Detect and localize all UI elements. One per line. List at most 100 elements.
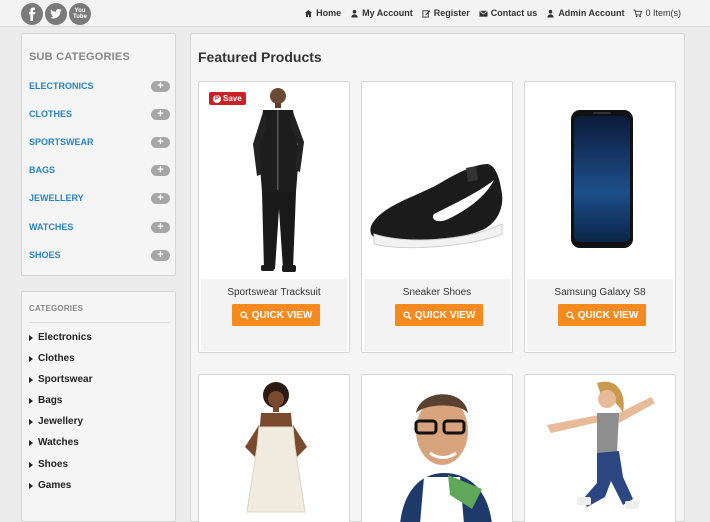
edit-icon (422, 9, 431, 18)
caret-right-icon (29, 418, 33, 425)
expand-plus-icon[interactable]: + (151, 136, 170, 148)
sub-category-label[interactable]: JEWELLERY (29, 193, 84, 203)
expand-plus-icon[interactable]: + (151, 249, 170, 261)
pinterest-save-button[interactable]: P Save (209, 92, 246, 105)
social-links: You Tube (21, 3, 91, 25)
categories-title: CATEGORIES (29, 304, 84, 313)
category-link[interactable]: Jewellery (29, 416, 83, 427)
nav-home-label: Home (316, 8, 342, 18)
facebook-icon[interactable] (21, 3, 43, 25)
caret-right-icon (29, 355, 33, 362)
nav-home[interactable]: Home (304, 8, 341, 18)
category-label[interactable]: Jewellery (38, 416, 83, 427)
caret-right-icon (29, 397, 33, 404)
product-card[interactable]: Sneaker Shoes QUICK VIEW (361, 81, 513, 353)
search-icon (566, 310, 575, 320)
product-image-tracksuit[interactable]: P Save (201, 84, 347, 279)
category-label[interactable]: Games (38, 480, 71, 491)
category-label[interactable]: Watches (38, 437, 79, 448)
expand-plus-icon[interactable]: + (151, 108, 170, 120)
product-image-jumping-woman[interactable] (527, 377, 673, 522)
youtube-icon[interactable]: You Tube (69, 3, 91, 25)
sub-category-row[interactable]: SPORTSWEAR + (29, 135, 170, 149)
nav-cart-label: 0 Item(s) (645, 8, 681, 18)
category-link[interactable]: Electronics (29, 332, 92, 343)
expand-plus-icon[interactable]: + (151, 164, 170, 176)
category-label[interactable]: Bags (38, 395, 62, 406)
sub-category-row[interactable]: SHOES + (29, 248, 170, 262)
nav-contact[interactable]: Contact us (479, 8, 537, 18)
product-card[interactable] (524, 374, 676, 522)
nav-admin[interactable]: Admin Account (546, 8, 624, 18)
product-caption: Samsung Galaxy S8 QUICK VIEW (527, 279, 673, 351)
nav-my-account-label: My Account (362, 8, 413, 18)
sub-category-row[interactable]: JEWELLERY + (29, 191, 170, 205)
save-label: Save (223, 94, 242, 103)
nav-register[interactable]: Register (422, 8, 470, 18)
category-link[interactable]: Bags (29, 395, 62, 406)
home-icon (304, 9, 313, 17)
category-label[interactable]: Clothes (38, 353, 75, 364)
quick-view-label: QUICK VIEW (414, 309, 476, 321)
quick-view-button[interactable]: QUICK VIEW (558, 304, 646, 326)
category-link[interactable]: Watches (29, 437, 79, 448)
sub-category-label[interactable]: SHOES (29, 250, 61, 260)
product-card[interactable] (198, 374, 350, 522)
sub-category-row[interactable]: BAGS + (29, 163, 170, 177)
nav-admin-label: Admin Account (558, 8, 625, 18)
nav-register-label: Register (433, 8, 470, 18)
product-name[interactable]: Sportswear Tracksuit (201, 287, 347, 298)
categories-panel: CATEGORIES Electronics Clothes Sportswea… (21, 291, 176, 522)
sub-categories-panel: SUB CATEGORIES ELECTRONICS + CLOTHES + S… (21, 33, 176, 276)
nav-my-account[interactable]: My Account (350, 8, 413, 18)
product-caption: Sneaker Shoes QUICK VIEW (364, 279, 510, 351)
product-caption: Sportswear Tracksuit QUICK VIEW (201, 279, 347, 351)
sub-category-label[interactable]: BAGS (29, 165, 55, 175)
sub-category-row[interactable]: ELECTRONICS + (29, 79, 170, 93)
caret-right-icon (29, 376, 33, 383)
quick-view-button[interactable]: QUICK VIEW (232, 304, 320, 326)
category-label[interactable]: Shoes (38, 459, 68, 470)
product-card[interactable]: P Save Sportswear Tracksuit QUICK VIEW (198, 81, 350, 353)
expand-plus-icon[interactable]: + (151, 221, 170, 233)
expand-plus-icon[interactable]: + (151, 80, 170, 92)
quick-view-button[interactable]: QUICK VIEW (395, 304, 483, 326)
product-image-man-glasses[interactable] (364, 377, 510, 522)
featured-products-panel: Featured Products P Save Sportswear Trac… (190, 33, 685, 522)
product-name[interactable]: Sneaker Shoes (364, 287, 510, 298)
caret-right-icon (29, 439, 33, 446)
sub-category-row[interactable]: CLOTHES + (29, 107, 170, 121)
product-name[interactable]: Samsung Galaxy S8 (527, 287, 673, 298)
divider (29, 322, 170, 323)
expand-plus-icon[interactable]: + (151, 192, 170, 204)
sub-category-label[interactable]: CLOTHES (29, 109, 72, 119)
product-image-dress[interactable] (201, 377, 347, 522)
sub-category-label[interactable]: SPORTSWEAR (29, 137, 94, 147)
category-link[interactable]: Sportswear (29, 374, 92, 385)
product-card[interactable] (361, 374, 513, 522)
sub-categories-title: SUB CATEGORIES (29, 51, 130, 63)
user-icon (351, 9, 358, 18)
caret-right-icon (29, 482, 33, 489)
user-icon (547, 9, 554, 18)
product-image-phone[interactable] (527, 84, 673, 279)
category-link[interactable]: Shoes (29, 459, 68, 470)
product-card[interactable]: Samsung Galaxy S8 QUICK VIEW (524, 81, 676, 353)
envelope-icon (479, 10, 488, 17)
top-nav: Home My Account Register Contact us Admi… (304, 8, 681, 18)
twitter-icon[interactable] (45, 3, 67, 25)
category-label[interactable]: Sportswear (38, 374, 92, 385)
page-title: Featured Products (198, 49, 322, 65)
category-link[interactable]: Clothes (29, 353, 75, 364)
sub-category-label[interactable]: ELECTRONICS (29, 81, 94, 91)
nav-cart[interactable]: 0 Item(s) (633, 8, 681, 18)
product-image-sneaker[interactable] (364, 84, 510, 279)
top-bar: You Tube Home My Account Register Contac… (0, 0, 710, 27)
sub-category-label[interactable]: WATCHES (29, 222, 73, 232)
cart-icon (633, 8, 643, 17)
category-link[interactable]: Games (29, 480, 71, 491)
caret-right-icon (29, 461, 33, 468)
category-label[interactable]: Electronics (38, 332, 92, 343)
sub-category-row[interactable]: WATCHES + (29, 220, 170, 234)
search-icon (240, 310, 249, 320)
